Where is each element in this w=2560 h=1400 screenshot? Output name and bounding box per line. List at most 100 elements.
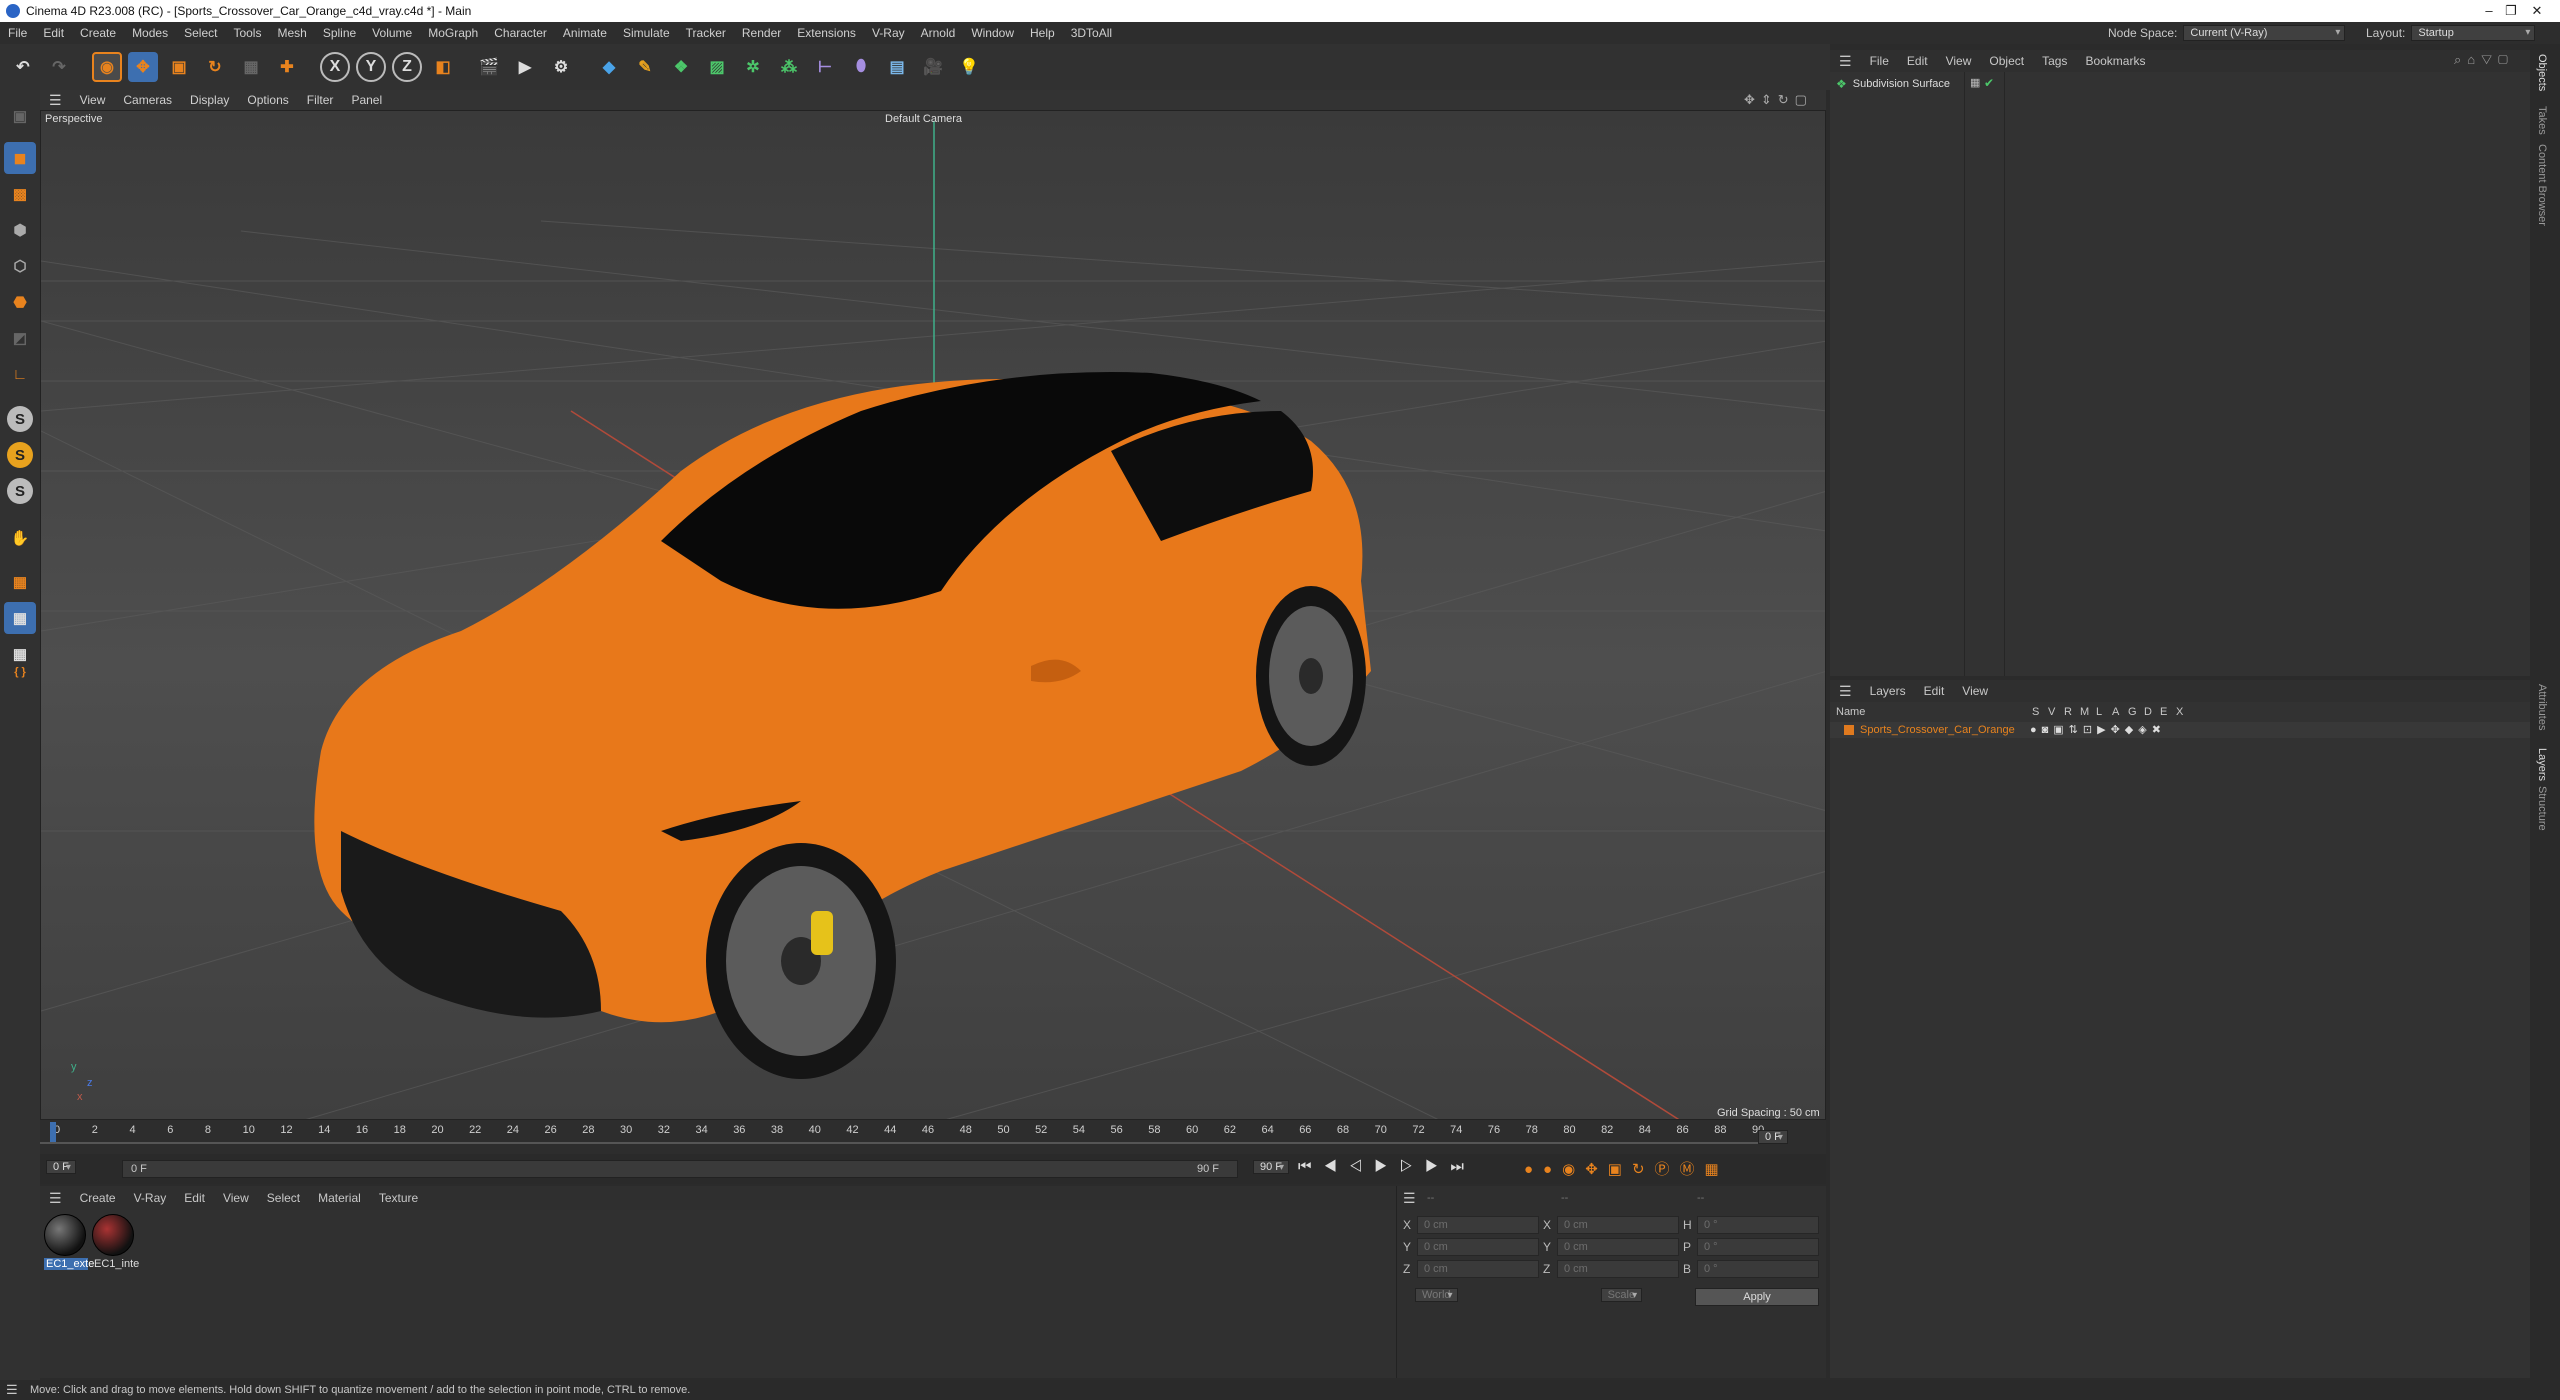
material-menu-select[interactable]: Select — [258, 1191, 309, 1205]
viewport-3d[interactable]: Perspective Default Camera Grid Spacing … — [40, 110, 1826, 1120]
deformer-bend-icon[interactable]: ⊢ — [810, 52, 840, 82]
rotate-tool-icon[interactable]: ↻ — [200, 52, 230, 82]
x-axis-lock-icon[interactable]: X — [320, 52, 350, 82]
undo-icon[interactable]: ↶ — [8, 52, 38, 82]
menu-edit[interactable]: Edit — [35, 26, 72, 40]
tab-content-browser[interactable]: Content Browser — [2536, 144, 2548, 226]
menu-spline[interactable]: Spline — [315, 26, 364, 40]
object-name[interactable]: Subdivision Surface — [1853, 78, 1950, 90]
python-tag-icon[interactable]: { } — [4, 656, 36, 688]
position-y-field[interactable]: 0 cm — [1417, 1238, 1539, 1256]
layer-menu-view[interactable]: View — [1953, 684, 1997, 698]
tab-takes[interactable]: Takes — [2536, 106, 2548, 135]
object-search-icons[interactable]: ⌕⌂▽▢ — [2454, 52, 2514, 68]
layer-toggle-icons[interactable]: ●◙▣⇅⊡▶✥◆◈✖ — [2030, 723, 2166, 736]
material-menu-create[interactable]: Create — [71, 1191, 125, 1205]
y-axis-lock-icon[interactable]: Y — [356, 52, 386, 82]
workplane-snap-icon[interactable]: S — [7, 442, 33, 468]
range-slider[interactable]: 0 F 90 F — [122, 1160, 1238, 1178]
position-z-field[interactable]: 0 cm — [1417, 1260, 1539, 1278]
layer-menu-layers[interactable]: Layers — [1861, 684, 1915, 698]
menu-3dtoall[interactable]: 3DToAll — [1063, 26, 1120, 40]
car-model[interactable] — [314, 372, 1371, 1079]
coords-menu-icon[interactable]: ☰ — [1403, 1190, 1416, 1207]
light-object-icon[interactable]: 💡 — [954, 52, 984, 82]
object-menu-object[interactable]: Object — [1980, 54, 2033, 68]
layer-col-e[interactable]: E — [2160, 706, 2167, 718]
layer-col-m[interactable]: M — [2080, 706, 2089, 718]
menu-volume[interactable]: Volume — [364, 26, 420, 40]
start-frame-field[interactable]: 0 F — [46, 1160, 76, 1174]
viewport-menu-filter[interactable]: Filter — [298, 93, 343, 107]
size-y-field[interactable]: 0 cm — [1557, 1238, 1679, 1256]
viewport-camera-name[interactable]: Default Camera — [885, 113, 962, 125]
tab-layers[interactable]: Layers — [2536, 748, 2548, 781]
render-picture-viewer-icon[interactable]: ▶ — [510, 52, 540, 82]
layer-color-swatch[interactable] — [1844, 725, 1854, 735]
menu-select[interactable]: Select — [176, 26, 225, 40]
model-mode-icon[interactable]: ◼ — [4, 142, 36, 174]
object-menu-view[interactable]: View — [1937, 54, 1981, 68]
layer-col-r[interactable]: R — [2064, 706, 2072, 718]
cube-object-icon[interactable]: ◆ — [594, 52, 624, 82]
menu-tools[interactable]: Tools — [225, 26, 269, 40]
locked-workplane-icon[interactable]: ▦ — [4, 602, 36, 634]
material-swatch[interactable]: EC1_inte — [92, 1214, 139, 1276]
transform-mode-dropdown[interactable]: Scale — [1600, 1288, 1643, 1302]
menu-mesh[interactable]: Mesh — [269, 26, 314, 40]
layer-menu-icon[interactable]: ☰ — [1830, 683, 1861, 700]
menu-animate[interactable]: Animate — [555, 26, 615, 40]
object-row[interactable]: ❖ Subdivision Surface ▦ ✔ — [1830, 76, 2530, 92]
layer-menu-edit[interactable]: Edit — [1915, 684, 1954, 698]
tab-structure[interactable]: Structure — [2536, 786, 2548, 831]
menu-vray[interactable]: V-Ray — [864, 26, 913, 40]
coordinate-mode-dropdown[interactable]: World — [1415, 1288, 1458, 1302]
object-visibility-icon[interactable]: ▦ — [1970, 76, 1980, 89]
material-menu-edit[interactable]: Edit — [175, 1191, 214, 1205]
playhead[interactable] — [50, 1122, 56, 1142]
tab-attributes[interactable]: Attributes — [2536, 684, 2548, 730]
field-object-icon[interactable]: ⬮ — [846, 52, 876, 82]
viewport-menu-options[interactable]: Options — [238, 93, 297, 107]
menu-arnold[interactable]: Arnold — [913, 26, 964, 40]
menu-simulate[interactable]: Simulate — [615, 26, 678, 40]
live-selection-icon[interactable]: ◉ — [92, 52, 122, 82]
rotation-b-field[interactable]: 0 ° — [1697, 1260, 1819, 1278]
menu-create[interactable]: Create — [72, 26, 124, 40]
workplane-icon[interactable]: ▦ — [4, 566, 36, 598]
layer-col-l[interactable]: L — [2096, 706, 2102, 718]
coordinate-system-icon[interactable]: ◧ — [428, 52, 458, 82]
menu-modes[interactable]: Modes — [124, 26, 176, 40]
status-menu-icon[interactable]: ☰ — [6, 1382, 18, 1398]
polygons-mode-icon[interactable]: ⬣ — [4, 286, 36, 318]
recent-tool-icon[interactable]: ▦ — [236, 52, 266, 82]
tab-objects[interactable]: Objects — [2536, 54, 2548, 91]
size-z-field[interactable]: 0 cm — [1557, 1260, 1679, 1278]
layer-name[interactable]: Sports_Crossover_Car_Orange — [1860, 724, 2015, 736]
layer-col-a[interactable]: A — [2112, 706, 2119, 718]
edges-mode-icon[interactable]: ⬡ — [4, 250, 36, 282]
size-x-field[interactable]: 0 cm — [1557, 1216, 1679, 1234]
layer-col-d[interactable]: D — [2144, 706, 2152, 718]
material-menu-icon[interactable]: ☰ — [40, 1190, 71, 1207]
menu-extensions[interactable]: Extensions — [789, 26, 864, 40]
viewport-menu-panel[interactable]: Panel — [342, 93, 391, 107]
object-enabled-check-icon[interactable]: ✔ — [1984, 76, 1994, 90]
viewport-menu-display[interactable]: Display — [181, 93, 238, 107]
render-view-icon[interactable]: 🎬 — [474, 52, 504, 82]
snap-icon[interactable]: S — [7, 406, 33, 432]
camera-object-icon[interactable]: 🎥 — [918, 52, 948, 82]
subdivision-surface-icon[interactable]: ❖ — [666, 52, 696, 82]
layer-row[interactable]: Sports_Crossover_Car_Orange ●◙▣⇅⊡▶✥◆◈✖ — [1830, 722, 2530, 738]
axis-mode-icon[interactable]: ∟ — [4, 358, 36, 390]
menu-tracker[interactable]: Tracker — [678, 26, 734, 40]
rotation-p-field[interactable]: 0 ° — [1697, 1238, 1819, 1256]
layer-col-g[interactable]: G — [2128, 706, 2137, 718]
menu-character[interactable]: Character — [486, 26, 555, 40]
viewport-menu-icon[interactable]: ☰ — [40, 92, 71, 109]
object-menu-edit[interactable]: Edit — [1898, 54, 1937, 68]
viewport-menu-view[interactable]: View — [71, 93, 115, 107]
rotation-h-field[interactable]: 0 ° — [1697, 1216, 1819, 1234]
extrude-generator-icon[interactable]: ▨ — [702, 52, 732, 82]
viewport-menu-cameras[interactable]: Cameras — [114, 93, 181, 107]
